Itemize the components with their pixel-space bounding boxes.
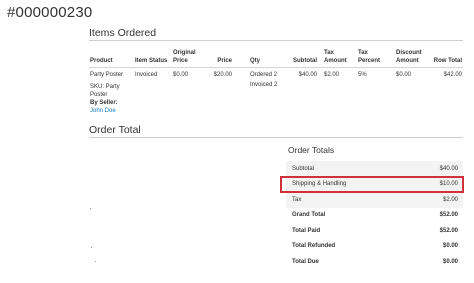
qty-cell: Ordered 2 Invoiced 2 [240, 68, 284, 116]
totals-label: Grand Total [292, 212, 326, 219]
row-total-cell: $42.00 [443, 72, 462, 78]
items-header-row: Product Item Status Original Price Price… [89, 49, 463, 68]
totals-row-total-due: Total Due $0.00 [286, 254, 463, 270]
totals-row-total-paid: Total Paid $52.00 [286, 223, 463, 239]
totals-label: Total Paid [292, 227, 321, 234]
totals-label: Total Due [292, 258, 319, 265]
totals-value: $52.00 [439, 227, 458, 234]
header-tax-percent: Tax Percent [358, 50, 381, 64]
header-discount-amount: Discount Amount [396, 50, 422, 64]
totals-value: $10.00 [439, 181, 458, 188]
totals-label: Total Refunded [292, 243, 336, 250]
product-name: Party Poster [90, 72, 124, 78]
header-item-status: Item Status [135, 58, 168, 64]
totals-value: $0.00 [442, 258, 458, 265]
decorative-dot [90, 208, 91, 209]
items-divider [89, 40, 463, 41]
totals-row-total-refunded: Total Refunded $0.00 [286, 239, 463, 255]
order-totals-table: Subtotal $40.00 Shipping & Handling $10.… [286, 161, 463, 270]
product-cell: Party Poster SKU: Party Poster By Seller… [89, 68, 134, 116]
order-total-title: Order Total [89, 124, 141, 136]
totals-label: Subtotal [292, 165, 315, 172]
subtotal-cell: $40.00 [298, 72, 317, 78]
totals-value: $52.00 [439, 212, 458, 219]
totals-value: $40.00 [439, 165, 458, 172]
price-cell: $20.00 [213, 72, 232, 78]
totals-label: Tax [292, 196, 302, 203]
items-ordered-title: Items Ordered [89, 27, 157, 39]
decorative-dot [95, 261, 96, 262]
totals-row-tax: Tax $2.00 [286, 192, 463, 208]
order-number: #000000230 [7, 4, 93, 21]
totals-row-shipping: Shipping & Handling $10.00 [286, 176, 463, 192]
decorative-dot [91, 247, 92, 248]
totals-row-grand-total: Grand Total $52.00 [286, 208, 463, 224]
totals-value: $2.00 [442, 196, 458, 203]
header-tax-amount: Tax Amount [324, 50, 347, 64]
totals-value: $0.00 [442, 243, 458, 250]
seller-link[interactable]: John Doe [90, 108, 116, 114]
order-totals-title: Order Totals [288, 145, 335, 155]
qty-invoiced: Invoiced 2 [250, 82, 278, 88]
product-sku: SKU: Party Poster [90, 84, 120, 98]
tax-amount-cell: $2.00 [324, 72, 340, 78]
original-price-cell: $0.00 [173, 72, 189, 78]
totals-label: Shipping & Handling [292, 181, 347, 188]
item-status-cell: Invoiced [135, 72, 158, 78]
order-total-divider [89, 137, 463, 138]
header-original-price: Original Price [173, 50, 196, 64]
seller-label: By Seller: [90, 100, 118, 106]
table-row: Party Poster SKU: Party Poster By Seller… [89, 68, 463, 116]
qty-ordered: Ordered 2 [250, 72, 278, 78]
totals-row-subtotal: Subtotal $40.00 [286, 161, 463, 177]
header-product: Product [90, 58, 113, 64]
tax-percent-cell: 5% [358, 72, 367, 78]
items-ordered-table: Product Item Status Original Price Price… [89, 49, 463, 115]
header-subtotal: Subtotal [293, 58, 317, 64]
header-qty: Qty [250, 58, 261, 64]
header-row-total: Row Total [433, 58, 462, 64]
header-price: Price [217, 58, 232, 64]
discount-amount-cell: $0.00 [396, 72, 412, 78]
